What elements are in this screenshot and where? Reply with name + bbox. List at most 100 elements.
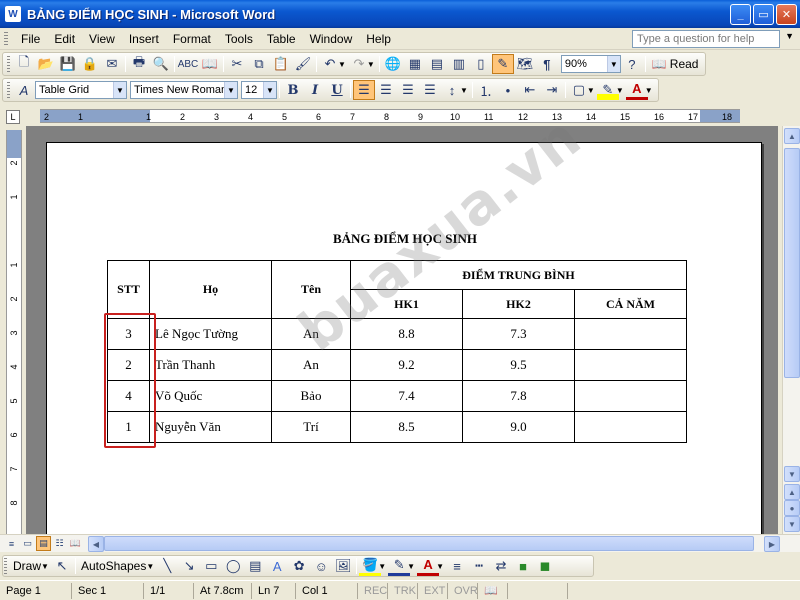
- open-folder-icon[interactable]: 📂: [35, 54, 57, 74]
- columns-icon[interactable]: ▯: [470, 54, 492, 74]
- cell-hk1[interactable]: 8.5: [350, 411, 463, 443]
- insert-table-icon[interactable]: ▤: [426, 54, 448, 74]
- cell-ho[interactable]: Nguyễn Văn: [149, 411, 272, 443]
- style-dropdown-icon[interactable]: ▼: [113, 82, 126, 98]
- justify-icon[interactable]: ☰: [419, 80, 441, 100]
- menu-edit[interactable]: Edit: [47, 32, 82, 46]
- tables-borders-icon[interactable]: ▦: [404, 54, 426, 74]
- draw-dropdown-icon[interactable]: ▼: [41, 562, 49, 571]
- cell-ca-nam[interactable]: [574, 411, 687, 443]
- align-left-icon[interactable]: ☰: [353, 80, 375, 100]
- toolbar-grip[interactable]: [7, 56, 10, 72]
- previous-page-icon[interactable]: ▲: [784, 484, 800, 500]
- font-color-dropdown-icon[interactable]: ▼: [645, 86, 653, 95]
- cell-ho[interactable]: Lê Ngọc Tường: [149, 318, 272, 350]
- status-trk[interactable]: TRK: [388, 582, 418, 599]
- underline-button[interactable]: U: [326, 80, 348, 100]
- header-hk2[interactable]: HK2: [462, 289, 575, 319]
- font-combo[interactable]: Times New Roman ▼: [130, 81, 238, 99]
- styles-formatting-icon[interactable]: A: [13, 80, 35, 100]
- horizontal-scrollbar[interactable]: ≡ ▭ ▤ ☷ 📖 ◀ ▶: [0, 534, 800, 552]
- 3d-style-icon[interactable]: ◼: [534, 556, 556, 576]
- status-ext[interactable]: EXT: [418, 582, 448, 599]
- italic-button[interactable]: I: [304, 80, 326, 100]
- normal-view-icon[interactable]: ≡: [4, 536, 19, 551]
- clip-art-icon[interactable]: ☺: [310, 556, 332, 576]
- wordart-icon[interactable]: A: [266, 556, 288, 576]
- bullets-icon[interactable]: •: [497, 80, 519, 100]
- outline-view-icon[interactable]: ☷: [52, 536, 67, 551]
- document-page[interactable]: BẢNG ĐIỂM HỌC SINH STT Họ Tên ĐIỂM TRUNG…: [46, 126, 762, 534]
- borders-dropdown-icon[interactable]: ▼: [587, 86, 595, 95]
- help-dropdown-icon[interactable]: ▼: [785, 31, 794, 41]
- cell-hk2[interactable]: 9.5: [462, 349, 575, 381]
- shadow-style-icon[interactable]: ■: [512, 556, 534, 576]
- dash-style-icon[interactable]: ┅: [468, 556, 490, 576]
- select-browse-object-icon[interactable]: ●: [784, 500, 800, 516]
- increase-indent-icon[interactable]: ⇥: [541, 80, 563, 100]
- scroll-right-icon[interactable]: ▶: [764, 536, 780, 552]
- menu-file[interactable]: File: [14, 32, 47, 46]
- menu-grip[interactable]: [4, 31, 8, 46]
- line-style-icon[interactable]: ≡: [446, 556, 468, 576]
- scroll-down-icon[interactable]: ▼: [784, 466, 800, 482]
- new-document-icon[interactable]: 🗋: [13, 54, 35, 74]
- cell-hk1[interactable]: 9.2: [350, 349, 463, 381]
- menu-view[interactable]: View: [82, 32, 122, 46]
- cell-ten[interactable]: Bảo: [271, 380, 351, 412]
- copy-icon[interactable]: ⧉: [248, 54, 270, 74]
- header-stt[interactable]: STT: [107, 260, 150, 319]
- spelling-status-icon[interactable]: 📖: [478, 582, 508, 599]
- numbering-icon[interactable]: ⒈: [475, 80, 497, 100]
- fill-color-dropdown-icon[interactable]: ▼: [378, 562, 386, 571]
- minimize-button[interactable]: _: [730, 4, 751, 25]
- select-objects-icon[interactable]: ↖: [51, 556, 73, 576]
- arrow-icon[interactable]: ↘: [178, 556, 200, 576]
- horizontal-ruler[interactable]: 2 1 1 2 3 4 5 6 7 8 9 10 11 12 13 14 15 …: [40, 109, 740, 123]
- oval-icon[interactable]: ◯: [222, 556, 244, 576]
- drawing-font-color-dropdown-icon[interactable]: ▼: [436, 562, 444, 571]
- font-size-combo[interactable]: 12 ▼: [241, 81, 277, 99]
- zoom-dropdown-icon[interactable]: ▼: [606, 56, 620, 72]
- cell-hk1[interactable]: 7.4: [350, 380, 463, 412]
- autoshapes-dropdown-icon[interactable]: ▼: [146, 562, 154, 571]
- line-color-dropdown-icon[interactable]: ▼: [407, 562, 415, 571]
- help-icon[interactable]: ?: [621, 54, 643, 74]
- tab-selector[interactable]: L: [6, 110, 20, 124]
- arrow-style-icon[interactable]: ⇄: [490, 556, 512, 576]
- font-dropdown-icon[interactable]: ▼: [224, 82, 237, 98]
- redo-dropdown-icon[interactable]: ▼: [367, 60, 375, 69]
- vertical-scroll-thumb[interactable]: [784, 148, 800, 378]
- cell-ca-nam[interactable]: [574, 380, 687, 412]
- line-spacing-dropdown-icon[interactable]: ▼: [460, 86, 468, 95]
- header-ho[interactable]: Họ: [149, 260, 272, 319]
- menu-help[interactable]: Help: [359, 32, 398, 46]
- print-preview-icon[interactable]: 🔍: [150, 54, 172, 74]
- rectangle-icon[interactable]: ▭: [200, 556, 222, 576]
- picture-icon[interactable]: 🖼: [332, 556, 354, 576]
- print-layout-view-icon[interactable]: ▤: [36, 536, 51, 551]
- format-painter-icon[interactable]: 🖌: [292, 54, 314, 74]
- cell-ca-nam[interactable]: [574, 318, 687, 350]
- cut-icon[interactable]: ✂: [226, 54, 248, 74]
- show-hide-icon[interactable]: ¶: [536, 54, 558, 74]
- align-center-icon[interactable]: ☰: [375, 80, 397, 100]
- close-button[interactable]: ✕: [776, 4, 797, 25]
- document-map-icon[interactable]: 🗺: [514, 54, 536, 74]
- vertical-scrollbar[interactable]: ▲ ▼ ▲ ● ▼: [782, 126, 800, 534]
- status-rec[interactable]: REC: [358, 582, 388, 599]
- scroll-up-icon[interactable]: ▲: [784, 128, 800, 144]
- cell-ca-nam[interactable]: [574, 349, 687, 381]
- hyperlink-icon[interactable]: 🌐: [382, 54, 404, 74]
- help-search-input[interactable]: Type a question for help: [632, 30, 780, 48]
- email-icon[interactable]: ✉: [101, 54, 123, 74]
- paste-icon[interactable]: 📋: [270, 54, 292, 74]
- bold-button[interactable]: B: [282, 80, 304, 100]
- menu-insert[interactable]: Insert: [122, 32, 166, 46]
- status-ovr[interactable]: OVR: [448, 582, 478, 599]
- line-icon[interactable]: ╲: [156, 556, 178, 576]
- scroll-left-icon[interactable]: ◀: [88, 536, 104, 552]
- next-page-icon[interactable]: ▼: [784, 516, 800, 532]
- spelling-icon[interactable]: ABC: [177, 54, 199, 74]
- cell-hk2[interactable]: 9.0: [462, 411, 575, 443]
